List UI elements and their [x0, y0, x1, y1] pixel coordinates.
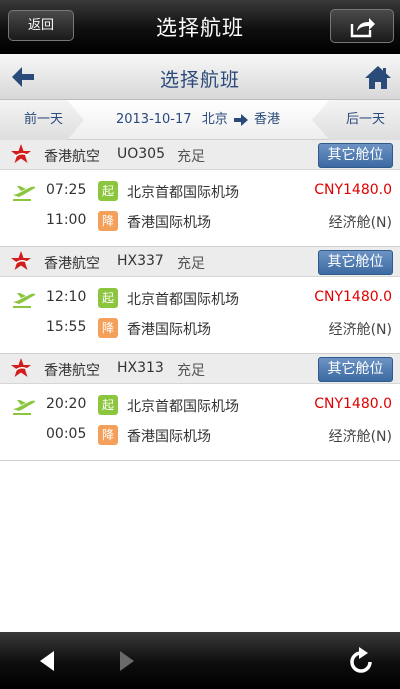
arrival-airport: 香港国际机场 — [127, 429, 211, 445]
flight-item[interactable]: 香港航空 HX313 充足 其它舱位 20:20 起 北京首都国际机场 CNY1… — [0, 354, 400, 461]
route-from: 北京 — [201, 112, 228, 127]
cabin-class: 经济舱(N) — [328, 215, 392, 231]
seat-availability: 充足 — [177, 256, 205, 272]
departure-time: 12:10 — [46, 289, 87, 305]
departure-tag: 起 — [98, 395, 118, 415]
departure-airport: 北京首都国际机场 — [127, 399, 239, 415]
flight-list: 香港航空 UO305 充足 其它舱位 07:25 起 北京首都国际机场 CNY1… — [0, 140, 400, 461]
departure-row: 20:20 起 北京首都国际机场 CNY1480.0 — [0, 390, 400, 420]
arrival-time: 11:00 — [46, 212, 87, 228]
other-cabin-button[interactable]: 其它舱位 — [318, 143, 393, 168]
airline-logo-icon — [11, 251, 31, 270]
nav-forward-icon[interactable] — [118, 650, 136, 672]
route-to: 香港 — [253, 112, 280, 127]
plane-takeoff-icon — [13, 186, 36, 201]
flight-price: CNY1480.0 — [314, 289, 392, 305]
seat-availability: 充足 — [177, 149, 205, 165]
flight-number: UO305 — [117, 146, 165, 162]
departure-airport: 北京首都国际机场 — [127, 292, 239, 308]
plane-takeoff-icon — [13, 293, 36, 308]
bottom-toolbar — [0, 632, 400, 689]
departure-airport: 北京首都国际机场 — [127, 185, 239, 201]
top-navigation-bar: 返回 选择航班 — [0, 0, 400, 54]
flight-header: 香港航空 HX313 充足 其它舱位 — [0, 354, 400, 384]
airline-logo-icon — [11, 358, 31, 377]
airline-name: 香港航空 — [44, 256, 100, 272]
date-navigation: 前一天 2013-10-17 北京 香港 后一天 — [0, 100, 400, 140]
other-cabin-button[interactable]: 其它舱位 — [318, 250, 393, 275]
departure-tag: 起 — [98, 288, 118, 308]
home-icon[interactable] — [364, 64, 392, 90]
nav-back-icon[interactable] — [38, 650, 56, 672]
prev-day-button[interactable]: 前一天 — [0, 100, 84, 140]
flight-item[interactable]: 香港航空 UO305 充足 其它舱位 07:25 起 北京首都国际机场 CNY1… — [0, 140, 400, 247]
flight-price: CNY1480.0 — [314, 396, 392, 412]
cabin-class: 经济舱(N) — [328, 322, 392, 338]
share-button[interactable] — [330, 9, 394, 43]
date-route: 2013-10-17 北京 香港 — [84, 100, 312, 140]
arrival-tag: 降 — [98, 425, 118, 445]
airline-name: 香港航空 — [44, 149, 100, 165]
arrival-row: 15:55 降 香港国际机场 经济舱(N) — [0, 313, 400, 343]
departure-row: 07:25 起 北京首都国际机场 CNY1480.0 — [0, 176, 400, 206]
seat-availability: 充足 — [177, 363, 205, 379]
route-arrow-icon — [233, 113, 248, 126]
departure-row: 12:10 起 北京首都国际机场 CNY1480.0 — [0, 283, 400, 313]
airline-name: 香港航空 — [44, 363, 100, 379]
arrival-tag: 降 — [98, 211, 118, 231]
flight-header: 香港航空 HX337 充足 其它舱位 — [0, 247, 400, 277]
other-cabin-button[interactable]: 其它舱位 — [318, 357, 393, 382]
flight-header: 香港航空 UO305 充足 其它舱位 — [0, 140, 400, 170]
next-day-button[interactable]: 后一天 — [312, 100, 400, 140]
flight-item[interactable]: 香港航空 HX337 充足 其它舱位 12:10 起 北京首都国际机场 CNY1… — [0, 247, 400, 354]
arrival-tag: 降 — [98, 318, 118, 338]
arrival-row: 00:05 降 香港国际机场 经济舱(N) — [0, 420, 400, 450]
departure-tag: 起 — [98, 181, 118, 201]
refresh-icon[interactable] — [348, 647, 374, 675]
arrival-airport: 香港国际机场 — [127, 215, 211, 231]
departure-time: 07:25 — [46, 182, 87, 198]
cabin-class: 经济舱(N) — [328, 429, 392, 445]
plane-takeoff-icon — [13, 400, 36, 415]
flight-date: 2013-10-17 — [115, 112, 192, 127]
arrival-time: 00:05 — [46, 426, 87, 442]
departure-time: 20:20 — [46, 396, 87, 412]
flight-number: HX313 — [117, 360, 164, 376]
arrival-row: 11:00 降 香港国际机场 经济舱(N) — [0, 206, 400, 236]
arrival-airport: 香港国际机场 — [127, 322, 211, 338]
flight-price: CNY1480.0 — [314, 182, 392, 198]
flight-number: HX337 — [117, 253, 164, 269]
arrival-time: 15:55 — [46, 319, 87, 335]
sub-header: 选择航班 — [0, 54, 400, 100]
airline-logo-icon — [11, 144, 31, 163]
sub-header-title: 选择航班 — [159, 69, 240, 91]
share-icon — [350, 18, 375, 38]
